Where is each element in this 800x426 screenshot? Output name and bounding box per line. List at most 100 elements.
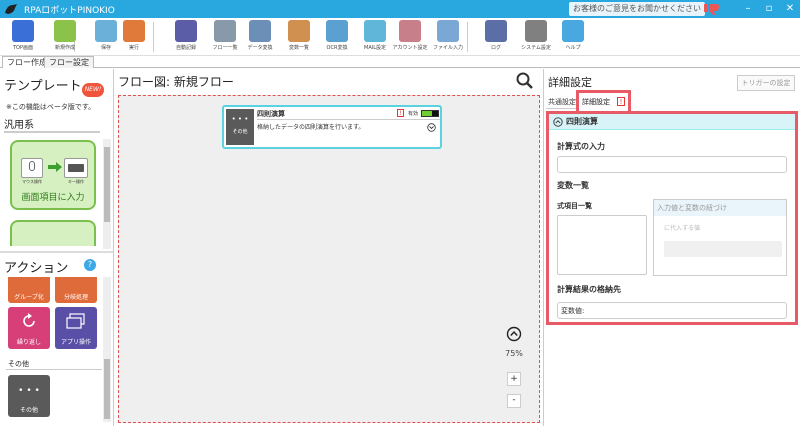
tab-flow-settings[interactable]: フロー設定: [44, 56, 94, 68]
toolbar-button-1[interactable]: 新規作成: [45, 20, 85, 54]
new-badge: NEW!: [82, 83, 104, 97]
node-description: 格納したデータの四則演算を行います。: [257, 124, 365, 131]
arrow-right-icon: [48, 162, 62, 172]
toolbar-button-10[interactable]: アカウント設定: [390, 20, 430, 54]
toolbar-button-12[interactable]: ログ: [476, 20, 516, 54]
expression-list[interactable]: [557, 215, 647, 275]
zoom-level: 75%: [505, 349, 523, 358]
trigger-settings-button[interactable]: トリガーの設定: [737, 75, 795, 91]
section-header[interactable]: 四則演算: [549, 114, 795, 130]
close-icon[interactable]: ✕: [780, 0, 800, 18]
toolbar-button-5[interactable]: フロー一覧: [205, 20, 245, 54]
tab-warning-icon: !: [617, 97, 625, 106]
flow-node-arithmetic[interactable]: • • • その他 四則演算 ! 有効 格納したデータの四則演算を行います。: [222, 105, 442, 149]
result-label: 計算結果の格納先: [557, 285, 621, 294]
other-section-title: その他: [8, 360, 29, 368]
zoom-in-button[interactable]: +: [507, 372, 521, 386]
assign-input[interactable]: [664, 241, 782, 257]
binding-title: 入力値と変数の紐づけ: [654, 200, 786, 216]
toolbar-icon-6: [249, 20, 271, 42]
toolbar-label: アカウント設定: [392, 45, 428, 51]
toolbar-button-8[interactable]: OCR変換: [317, 20, 357, 54]
template-title: テンプレート: [4, 79, 82, 94]
window-icon: [66, 313, 85, 329]
detail-settings-box: 四則演算 計算式の入力 変数一覧 式項目一覧 入力値と変数の紐づけ に代入する値…: [546, 111, 798, 325]
toolbar-icon-7: [288, 20, 310, 42]
toolbar-icon-8: [326, 20, 348, 42]
toolbar-label: フロー一覧: [212, 45, 238, 51]
zoom-out-button[interactable]: -: [507, 394, 521, 408]
tab-detail-settings: 詳細設定: [582, 98, 610, 106]
section-title: 四則演算: [566, 117, 598, 126]
tab-detail-settings-highlight[interactable]: 詳細設定 !: [576, 90, 631, 111]
toolbar-label: 新規作成: [54, 45, 75, 51]
search-icon[interactable]: [516, 72, 534, 90]
title-bar: RPAロボットPINOKIO お客様のご意見をお聞かせください – ▫ ✕: [0, 0, 800, 18]
toolbar-icon-9: [364, 20, 386, 42]
toolbar-icon-11: [437, 20, 459, 42]
tile-branch[interactable]: 分岐処理: [55, 277, 97, 303]
feedback-link[interactable]: お客様のご意見をお聞かせください: [569, 2, 705, 16]
template-scrollbar[interactable]: [103, 139, 111, 249]
thumbs-down-icon[interactable]: [703, 2, 721, 16]
general-category: 汎用系: [4, 120, 34, 131]
node-tag: その他: [232, 129, 248, 135]
template-card-caption: 画面項目に入力: [21, 193, 85, 203]
minimize-icon[interactable]: –: [738, 0, 758, 18]
dots-icon: • • •: [18, 386, 40, 396]
toolbar-button-0[interactable]: TOP画面: [3, 20, 43, 54]
toolbar-button-11[interactable]: ファイル入力: [428, 20, 468, 54]
help-icon[interactable]: ?: [84, 259, 96, 271]
toolbar-button-13[interactable]: システム設定: [516, 20, 556, 54]
toolbar-icon-3: [123, 20, 145, 42]
toolbar-label: データ変換: [247, 45, 273, 51]
toolbar-button-4[interactable]: 自動記録: [166, 20, 206, 54]
action-scrollbar[interactable]: [103, 277, 111, 422]
tab-common-settings[interactable]: 共通設定: [546, 96, 578, 109]
node-category-tile: • • • その他: [226, 109, 254, 145]
restore-icon[interactable]: ▫: [759, 0, 779, 18]
template-card-second[interactable]: [10, 220, 96, 246]
toolbar-button-3[interactable]: 実行: [114, 20, 154, 54]
tile-group[interactable]: グループ化: [8, 277, 50, 303]
toolbar-label: ファイル入力: [432, 45, 463, 51]
main-tabs: フロー作成 フロー設定: [0, 56, 800, 68]
result-variable-input[interactable]: 変数値:: [557, 302, 787, 319]
toolbar-button-14[interactable]: ヘルプ: [553, 20, 593, 54]
action-title: アクション: [4, 261, 69, 276]
toolbar-button-6[interactable]: データ変換: [240, 20, 280, 54]
toolbar-label: MAIL設定: [364, 45, 386, 51]
chevron-up-icon[interactable]: [506, 326, 522, 342]
collapse-icon[interactable]: [553, 117, 563, 127]
toolbar-label: ログ: [490, 45, 501, 51]
section-divider: [0, 251, 113, 253]
node-enable-toggle[interactable]: [421, 110, 439, 117]
toolbar-icon-14: [562, 20, 584, 42]
mouse-icon: [21, 158, 43, 178]
toolbar-button-9[interactable]: MAIL設定: [355, 20, 395, 54]
flow-canvas[interactable]: • • • その他 四則演算 ! 有効 格納したデータの四則演算を行います。 7…: [118, 95, 540, 423]
app-title: RPAロボットPINOKIO: [24, 5, 115, 16]
flow-title: フロー図: 新規フロー: [118, 75, 234, 89]
chevron-down-icon[interactable]: [427, 123, 436, 132]
node-dots-icon: • • •: [231, 115, 249, 123]
toolbar-button-7[interactable]: 変数一覧: [279, 20, 319, 54]
divider: [4, 131, 100, 133]
warning-icon: !: [397, 109, 404, 117]
toolbar-label: 自動記録: [175, 45, 196, 51]
toolbar-label: 変数一覧: [288, 45, 309, 51]
tile-app[interactable]: アプリ操作: [55, 307, 97, 349]
variables-label: 変数一覧: [557, 181, 589, 190]
toolbar-icon-4: [175, 20, 197, 42]
app-logo-icon: [5, 4, 17, 14]
toolbar-label: 実行: [128, 45, 139, 51]
tile-app-label: アプリ操作: [60, 339, 91, 346]
tile-other[interactable]: • • • その他: [8, 375, 50, 417]
tile-loop[interactable]: 繰り返し: [8, 307, 50, 349]
left-panel: テンプレート NEW! ※この機能はベータ版です。 汎用系 マウス操作 キー操作…: [0, 69, 114, 426]
key-op-label: キー操作: [68, 179, 84, 184]
template-card-screen-input[interactable]: マウス操作 キー操作 画面項目に入力: [10, 140, 96, 210]
toolbar-icon-0: [12, 20, 34, 42]
node-title: 四則演算: [257, 110, 285, 118]
formula-input[interactable]: [557, 156, 787, 173]
